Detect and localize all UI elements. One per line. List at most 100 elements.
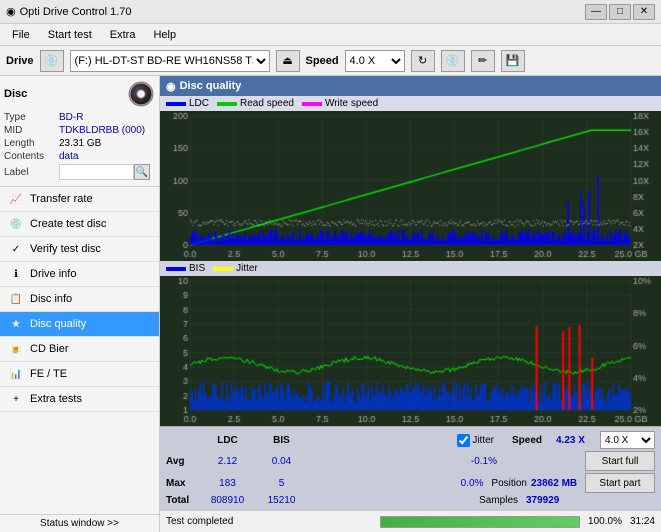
sidebar-item-disc-quality[interactable]: ★ Disc quality	[0, 312, 159, 337]
sidebar-label-verify-test-disc: Verify test disc	[30, 243, 101, 255]
bis-color	[166, 267, 186, 271]
speed-dropdown[interactable]: 4.0 X	[600, 431, 655, 449]
avg-bis: 0.04	[259, 456, 304, 467]
avg-ldc: 2.12	[200, 456, 255, 467]
sidebar-item-create-test-disc[interactable]: 💿 Create test disc	[0, 212, 159, 237]
sidebar-item-fe-te[interactable]: 📊 FE / TE	[0, 362, 159, 387]
total-label: Total	[166, 495, 196, 506]
write-speed-color	[302, 102, 322, 106]
fe-te-icon: 📊	[8, 366, 24, 382]
jitter-label: Jitter	[236, 263, 258, 274]
disc-type-val: BD-R	[59, 112, 83, 123]
drive-select[interactable]: (F:) HL-DT-ST BD-RE WH16NS58 TST4	[70, 50, 270, 72]
disc-type-row: Type BD-R	[4, 112, 155, 123]
jitter-checkbox[interactable]	[457, 434, 470, 447]
sidebar-label-disc-info: Disc info	[30, 293, 72, 305]
top-chart-canvas	[160, 111, 661, 261]
disc-label-input[interactable]	[59, 164, 134, 180]
stats-header-row: LDC BIS Jitter Speed 4.23 X 4.0 X	[166, 431, 655, 449]
disc-type-key: Type	[4, 112, 59, 123]
bottom-chart-area	[160, 276, 661, 426]
eject-button[interactable]: ⏏	[276, 50, 300, 72]
save-button[interactable]: 💾	[501, 50, 525, 72]
samples-val: 379929	[526, 495, 576, 506]
legend-ldc: LDC	[166, 98, 209, 109]
disc-label-row: Label 🔍	[4, 164, 155, 180]
sidebar-item-extra-tests[interactable]: + Extra tests	[0, 387, 159, 412]
sidebar-item-cd-bier[interactable]: 🍺 CD Bier	[0, 337, 159, 362]
maximize-button[interactable]: □	[609, 4, 631, 20]
disc-button[interactable]: 💿	[441, 50, 465, 72]
disc-quality-icon: ★	[8, 316, 24, 332]
app-icon: ◉	[6, 5, 16, 18]
sidebar-item-drive-info[interactable]: ℹ Drive info	[0, 262, 159, 287]
titlebar: ◉ Opti Drive Control 1.70 — □ ✕	[0, 0, 661, 24]
disc-label-btn[interactable]: 🔍	[134, 164, 150, 180]
progress-pct: 100.0%	[588, 516, 622, 527]
app-title: Opti Drive Control 1.70	[20, 6, 132, 18]
max-ldc: 183	[200, 478, 255, 489]
stats-total-row: Total 808910 15210 Samples 379929	[166, 495, 655, 506]
menu-file[interactable]: File	[4, 27, 38, 43]
disc-length-key: Length	[4, 138, 59, 149]
status-text: Test completed	[166, 516, 376, 527]
start-part-button[interactable]: Start part	[585, 473, 655, 493]
transfer-rate-icon: 📈	[8, 191, 24, 207]
disc-contents-row: Contents data	[4, 151, 155, 162]
sidebar-label-cd-bier: CD Bier	[30, 343, 69, 355]
status-window-btn[interactable]: Status window >>	[0, 514, 159, 532]
refresh-button[interactable]: ↻	[411, 50, 435, 72]
bottom-chart-legend: BIS Jitter	[160, 261, 661, 276]
menu-start-test[interactable]: Start test	[40, 27, 100, 43]
jitter-color	[213, 267, 233, 271]
jitter-check-label: Jitter	[472, 435, 494, 446]
left-panel: Disc	[0, 76, 160, 532]
minimize-button[interactable]: —	[585, 4, 607, 20]
top-chart-area	[160, 111, 661, 261]
max-jitter: 0.0%	[388, 478, 483, 489]
sidebar-item-transfer-rate[interactable]: 📈 Transfer rate	[0, 187, 159, 212]
chart-header-icon: ◉	[166, 80, 176, 93]
disc-length-row: Length 23.31 GB	[4, 138, 155, 149]
drive-label: Drive	[6, 55, 34, 67]
speed-label: Speed	[306, 55, 339, 67]
create-test-disc-icon: 💿	[8, 216, 24, 232]
stats-max-row: Max 183 5 0.0% Position 23862 MB Start p…	[166, 473, 655, 493]
total-bis: 15210	[259, 495, 304, 506]
read-speed-color	[217, 102, 237, 106]
extra-tests-icon: +	[8, 391, 24, 407]
sidebar-item-verify-test-disc[interactable]: ✓ Verify test disc	[0, 237, 159, 262]
samples-label: Samples	[479, 495, 518, 506]
drive-icon: 💿	[40, 50, 64, 72]
col-bis: BIS	[259, 435, 304, 446]
right-panel: ◉ Disc quality LDC Read speed Write spee…	[160, 76, 661, 532]
menu-extra[interactable]: Extra	[102, 27, 144, 43]
drive-info-icon: ℹ	[8, 266, 24, 282]
write-button[interactable]: ✏	[471, 50, 495, 72]
sidebar-label-disc-quality: Disc quality	[30, 318, 86, 330]
total-ldc: 808910	[200, 495, 255, 506]
sidebar-item-disc-info[interactable]: 📋 Disc info	[0, 287, 159, 312]
write-speed-label: Write speed	[325, 98, 378, 109]
drive-bar: Drive 💿 (F:) HL-DT-ST BD-RE WH16NS58 TST…	[0, 46, 661, 76]
ldc-label: LDC	[189, 98, 209, 109]
sidebar-label-fe-te: FE / TE	[30, 368, 67, 380]
legend-read-speed: Read speed	[217, 98, 294, 109]
close-button[interactable]: ✕	[633, 4, 655, 20]
read-speed-label: Read speed	[240, 98, 294, 109]
disc-contents-key: Contents	[4, 151, 59, 162]
disc-length-val: 23.31 GB	[59, 138, 101, 149]
progress-bar-fill	[381, 517, 579, 527]
jitter-checkbox-container: Jitter	[457, 434, 494, 447]
charts-container: LDC Read speed Write speed	[160, 96, 661, 510]
col-ldc: LDC	[200, 435, 255, 446]
stats-bar: LDC BIS Jitter Speed 4.23 X 4.0 X Avg	[160, 426, 661, 510]
disc-svg	[128, 81, 154, 107]
speed-avg-val: 4.23 X	[556, 435, 596, 446]
menu-help[interactable]: Help	[145, 27, 184, 43]
start-full-button[interactable]: Start full	[585, 451, 655, 471]
bis-label: BIS	[189, 263, 205, 274]
disc-mid-key: MID	[4, 125, 59, 136]
speed-select[interactable]: 4.0 X	[345, 50, 405, 72]
disc-contents-val[interactable]: data	[59, 151, 78, 162]
